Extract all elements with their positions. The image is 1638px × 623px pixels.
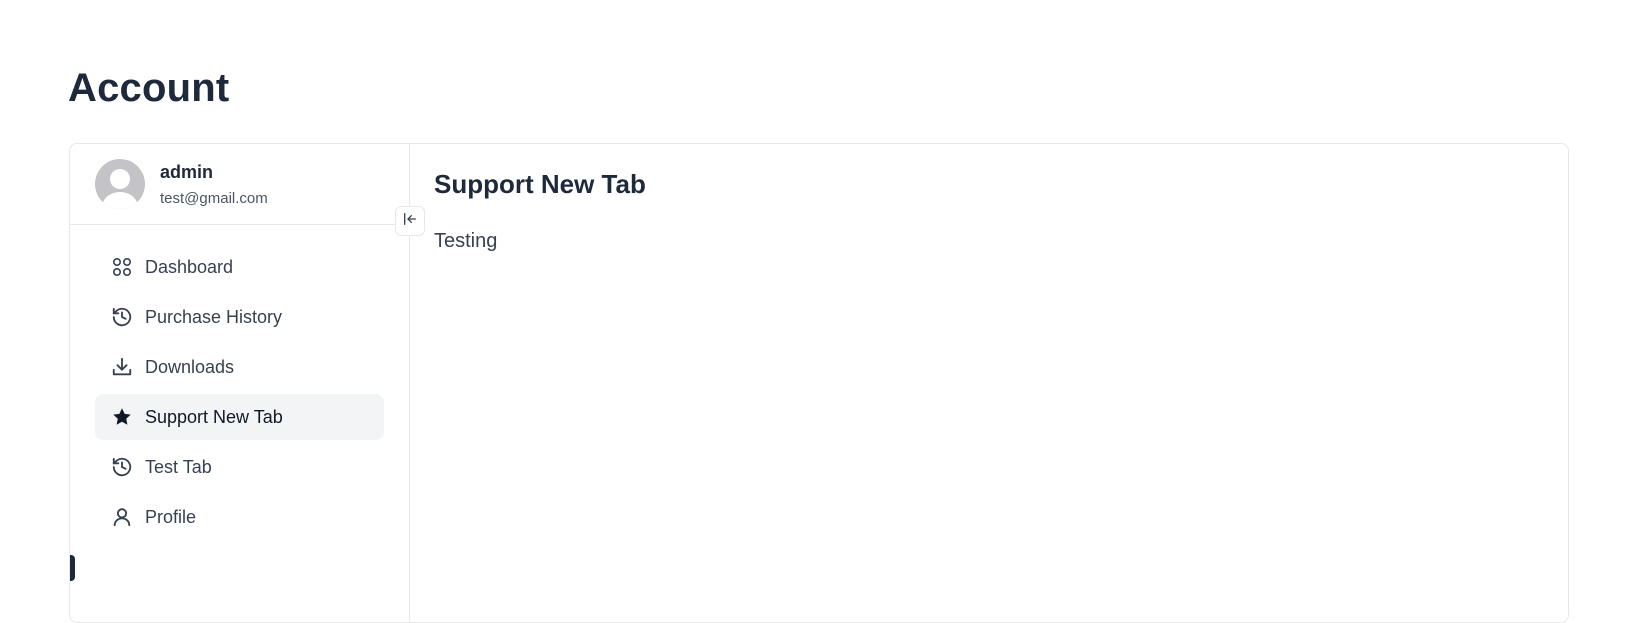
content-title: Support New Tab bbox=[434, 169, 646, 199]
sidebar-item-downloads[interactable]: Downloads bbox=[95, 344, 384, 390]
sidebar-item-label: Profile bbox=[145, 506, 197, 527]
sidebar-item-profile[interactable]: Profile bbox=[95, 494, 384, 540]
sidebar-item-label: Support New Tab bbox=[145, 406, 283, 427]
star-icon bbox=[111, 406, 133, 428]
content-body: Testing bbox=[434, 230, 498, 252]
user-name: admin bbox=[160, 162, 214, 182]
user-profile-summary: admin test@gmail.com bbox=[70, 144, 410, 225]
user-icon bbox=[111, 506, 133, 528]
grid-icon bbox=[111, 256, 133, 278]
sidebar-item-label: Purchase History bbox=[145, 306, 283, 327]
sidebar-nav: Dashboard Purchase History Downloads Sup… bbox=[70, 244, 410, 544]
download-icon bbox=[111, 356, 133, 378]
user-email: test@gmail.com bbox=[160, 190, 268, 207]
avatar bbox=[95, 159, 145, 209]
history-icon bbox=[111, 456, 133, 478]
collapse-sidebar-button[interactable] bbox=[395, 206, 425, 236]
account-sidebar: admin test@gmail.com Dashboard Purchase … bbox=[70, 144, 410, 622]
sidebar-item-support-new-tab[interactable]: Support New Tab bbox=[95, 394, 384, 440]
sidebar-item-label: Dashboard bbox=[145, 256, 234, 277]
sidebar-item-dashboard[interactable]: Dashboard bbox=[95, 244, 384, 290]
collapse-left-icon bbox=[402, 211, 418, 232]
sidebar-item-purchase-history[interactable]: Purchase History bbox=[95, 294, 384, 340]
sidebar-item-label: Downloads bbox=[145, 356, 235, 377]
sidebar-item-label: Test Tab bbox=[145, 456, 212, 477]
page-title: Account bbox=[68, 66, 230, 110]
active-nav-indicator bbox=[70, 555, 75, 581]
history-icon bbox=[111, 306, 133, 328]
account-card: admin test@gmail.com Dashboard Purchase … bbox=[69, 143, 1569, 623]
sidebar-item-test-tab[interactable]: Test Tab bbox=[95, 444, 384, 490]
